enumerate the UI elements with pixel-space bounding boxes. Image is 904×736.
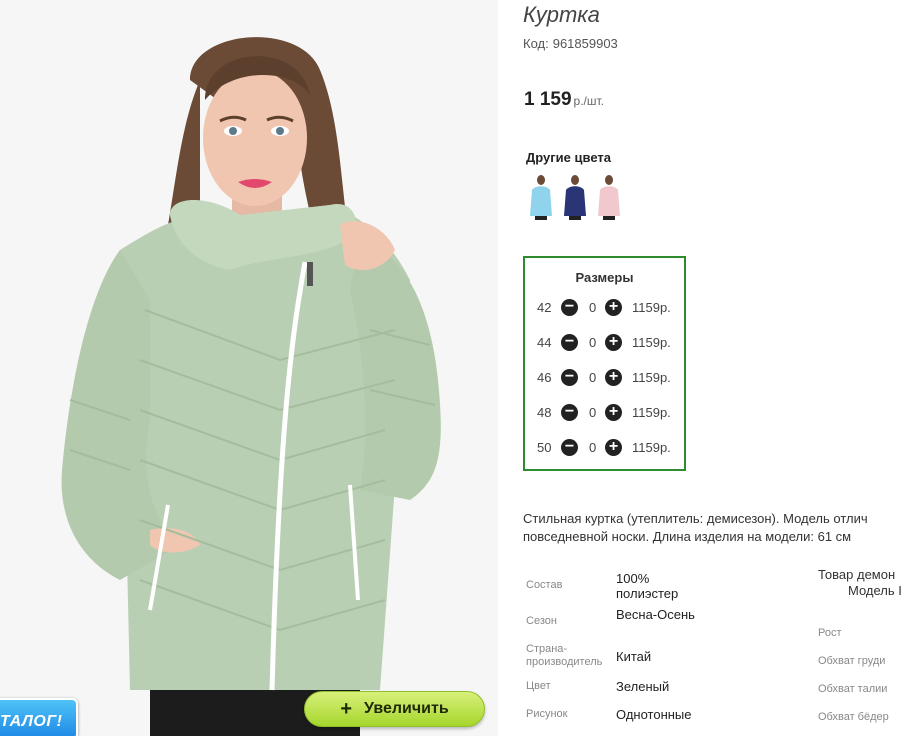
size-label: 46 <box>537 370 552 385</box>
decrease-icon[interactable]: − <box>561 369 578 386</box>
size-quantity: 0 <box>589 405 597 420</box>
size-price: 1159р. <box>632 335 671 350</box>
product-code: Код: 961859903 <box>523 36 618 51</box>
sizes-panel: Размеры 42 − 0 + 1159р. 44 − 0 + 1159р. … <box>523 256 686 471</box>
spec-label: Цвет <box>526 680 551 692</box>
decrease-icon[interactable]: − <box>561 334 578 351</box>
size-quantity: 0 <box>589 370 597 385</box>
size-label: 48 <box>537 405 552 420</box>
spec-label: Сезон <box>526 615 557 627</box>
zoom-button[interactable]: + Увеличить <box>304 691 485 727</box>
size-quantity: 0 <box>589 440 597 455</box>
description-line: Стильная куртка (утеплитель: демисезон).… <box>523 511 868 526</box>
product-price: 1 159 р./шт. <box>524 89 604 111</box>
swatch-pink[interactable] <box>595 172 623 220</box>
size-quantity: 0 <box>589 335 597 350</box>
increase-icon[interactable]: + <box>605 299 622 316</box>
spec-label: Рисунок <box>526 708 568 720</box>
product-code-label: Код: <box>523 36 549 51</box>
size-label: 50 <box>537 440 552 455</box>
spec-value: Однотонные <box>616 707 692 722</box>
model-info-line: Товар демон <box>818 567 896 582</box>
price-value: 1 159 <box>524 89 572 110</box>
size-quantity: 0 <box>589 300 597 315</box>
measurement-label: Обхват бёдер <box>818 711 889 723</box>
spec-label: Состав <box>526 579 563 591</box>
decrease-icon[interactable]: − <box>561 439 578 456</box>
size-row-44: 44 − 0 + 1159р. <box>525 333 684 353</box>
zoom-button-label: Увеличить <box>364 700 449 717</box>
plus-icon: + <box>340 698 352 720</box>
spec-value: Зеленый <box>616 679 670 694</box>
decrease-icon[interactable]: − <box>561 404 578 421</box>
color-swatches <box>527 172 623 220</box>
measurement-label: Обхват талии <box>818 683 888 695</box>
size-price: 1159р. <box>632 405 671 420</box>
spec-value: 100% полиэстер <box>616 571 679 601</box>
size-row-42: 42 − 0 + 1159р. <box>525 298 684 318</box>
size-label: 44 <box>537 335 552 350</box>
decrease-icon[interactable]: − <box>561 299 578 316</box>
spec-label: Страна-производитель <box>526 643 603 668</box>
model-info-line: Модель I <box>848 583 902 598</box>
swatch-navy[interactable] <box>561 172 589 220</box>
size-price: 1159р. <box>632 440 671 455</box>
product-photo[interactable]: ТАЛОГ! + Увеличить <box>0 0 498 736</box>
increase-icon[interactable]: + <box>605 369 622 386</box>
size-price: 1159р. <box>632 300 671 315</box>
size-row-46: 46 − 0 + 1159р. <box>525 368 684 388</box>
product-description: Стильная куртка (утеплитель: демисезон).… <box>523 510 904 546</box>
increase-icon[interactable]: + <box>605 439 622 456</box>
model-image <box>0 0 498 736</box>
spec-value: Китай <box>616 649 652 664</box>
increase-icon[interactable]: + <box>605 334 622 351</box>
product-code-value: 961859903 <box>552 36 618 51</box>
size-row-50: 50 − 0 + 1159р. <box>525 438 684 458</box>
size-price: 1159р. <box>632 370 671 385</box>
spec-value: Весна-Осень <box>616 607 695 622</box>
product-title: Куртка <box>523 2 600 27</box>
description-line: повседневной носки. Длина изделия на мод… <box>523 529 852 544</box>
catalog-badge[interactable]: ТАЛОГ! <box>0 698 78 736</box>
size-row-48: 48 − 0 + 1159р. <box>525 403 684 423</box>
measurement-label: Обхват груди <box>818 655 886 667</box>
swatch-light-blue[interactable] <box>527 172 555 220</box>
measurement-label: Рост <box>818 627 842 639</box>
other-colors-heading: Другие цвета <box>526 150 611 165</box>
sizes-heading: Размеры <box>575 270 634 285</box>
price-unit: р./шт. <box>573 94 605 108</box>
increase-icon[interactable]: + <box>605 404 622 421</box>
size-label: 42 <box>537 300 552 315</box>
